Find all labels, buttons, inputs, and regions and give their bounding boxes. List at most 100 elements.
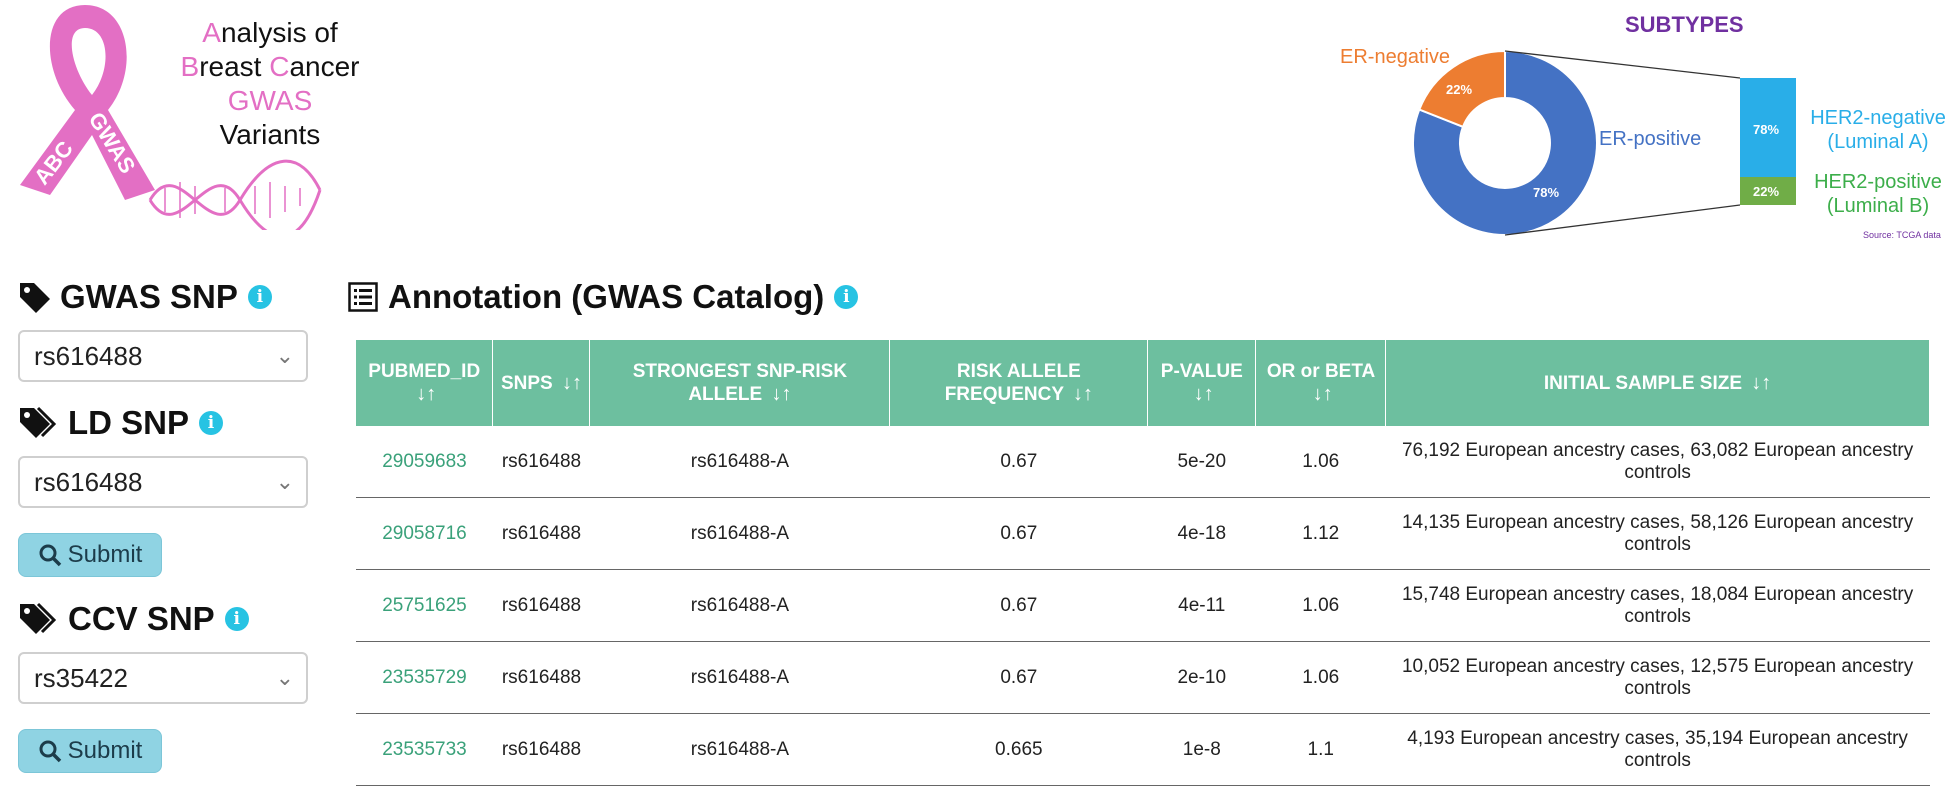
subtypes-chart: SUBTYPES ER-negative 22% 78% ER-positive…: [1320, 0, 1950, 250]
tags-icon: [20, 602, 57, 634]
table-row: 23535729 rs616488 rs616488-A 0.67 2e-10 1.06 1…: [356, 641, 1930, 714]
table-cell: rs616488-A: [589, 426, 890, 498]
search-icon: [39, 740, 61, 763]
sort-icon[interactable]: ↓↑: [772, 383, 792, 405]
sort-icon[interactable]: ↓↑: [562, 372, 582, 394]
ld-snp-title-text: LD SNP: [68, 404, 190, 441]
sort-icon[interactable]: ↓↑: [1194, 383, 1214, 405]
pubmed-id-link[interactable]: 23535733: [356, 713, 493, 786]
table-cell: rs616488-A: [589, 641, 890, 714]
chevron-down-icon: ⌄: [275, 665, 294, 690]
pubmed-id-link[interactable]: 25751625: [356, 569, 493, 642]
her2-negative-label: HER2-negative (Luminal A): [1810, 107, 1946, 153]
tags-icon: [20, 406, 57, 438]
column-header-label: STRONGEST SNP-RISK ALLELE: [632, 360, 848, 405]
ccv-snp-title-text: CCV SNP: [68, 600, 215, 637]
table-cell: 4e-11: [1147, 569, 1256, 642]
ccv-snp-value: rs35422: [34, 663, 128, 693]
column-header[interactable]: STRONGEST SNP-RISK ALLELE ↓↑: [589, 340, 891, 426]
ccv-snp-select[interactable]: rs35422 ⌄: [18, 652, 308, 704]
table-cell: 10,052 European ancestry cases, 12,575 E…: [1385, 641, 1930, 714]
table-cell: rs616488-A: [589, 569, 890, 642]
column-header-label: OR or BETA: [1266, 360, 1375, 382]
table-cell: 0.67: [889, 497, 1148, 570]
table-cell: rs616488-A: [589, 713, 890, 786]
gwas-snp-info-icon[interactable]: i: [247, 285, 272, 309]
logo-line-1: Analysis of: [202, 17, 338, 48]
ld-snp-title: LD SNP i: [18, 404, 224, 442]
submit-button-2-label: Submit: [67, 737, 143, 764]
subtypes-title: SUBTYPES: [1625, 12, 1744, 37]
column-header[interactable]: P-VALUE ↓↑: [1147, 340, 1257, 426]
sort-icon[interactable]: ↓↑: [1073, 383, 1093, 405]
chevron-down-icon: ⌄: [275, 469, 294, 494]
pubmed-id-link[interactable]: 23535729: [356, 641, 493, 714]
table-cell: rs616488: [492, 641, 590, 714]
table-row: 29058716 rs616488 rs616488-A 0.67 4e-18 1.12 1…: [356, 497, 1930, 570]
column-header[interactable]: SNPS ↓↑: [492, 340, 591, 426]
column-header[interactable]: OR or BETA ↓↑: [1255, 340, 1387, 426]
column-header-label: P-VALUE: [1160, 360, 1243, 382]
table-cell: 0.67: [889, 641, 1148, 714]
table-cell: 1.06: [1255, 641, 1386, 714]
ld-snp-info-icon[interactable]: i: [199, 411, 224, 435]
annotation-info-icon[interactable]: i: [834, 285, 859, 309]
pubmed-id-link[interactable]: 29058716: [356, 497, 493, 570]
ld-snp-select[interactable]: rs616488 ⌄: [18, 456, 308, 508]
column-header-label: RISK ALLELE FREQUENCY: [944, 360, 1081, 405]
table-cell: rs616488: [492, 713, 590, 786]
table-row: 29059683 rs616488 rs616488-A 0.67 5e-20 1.06 7…: [356, 426, 1930, 498]
column-header-label: INITIAL SAMPLE SIZE: [1543, 372, 1743, 394]
table-header-row: PUBMED_ID ↓↑ SNPS ↓↑ STRONGEST SNP-RISK AL…: [356, 340, 1930, 426]
table-cell: rs616488: [492, 497, 590, 570]
table-row: 25751625 rs616488 rs616488-A 0.67 4e-11 1.06 1…: [356, 569, 1930, 642]
tag-icon: [20, 283, 50, 313]
her2-positive-label: HER2-positive (Luminal B): [1814, 171, 1942, 217]
sort-icon[interactable]: ↓↑: [1313, 383, 1333, 405]
table-cell: 1.06: [1255, 426, 1386, 498]
table-row: 23535733 rs616488 rs616488-A 0.665 1e-8 1.1 4,…: [356, 713, 1930, 786]
table-cell: 1.06: [1255, 569, 1386, 642]
pubmed-id-link[interactable]: 29059683: [356, 426, 493, 498]
gwas-snp-value: rs616488: [34, 341, 143, 371]
source-note: Source: TCGA data: [1863, 230, 1941, 240]
list-icon: [348, 282, 378, 312]
sort-icon[interactable]: ↓↑: [1751, 372, 1771, 394]
submit-button[interactable]: Submit: [18, 533, 162, 577]
table-cell: 0.67: [889, 569, 1148, 642]
submit-button-2[interactable]: Submit: [18, 729, 162, 773]
column-header-label: SNPS: [500, 372, 553, 394]
column-header-label: PUBMED_ID: [368, 360, 481, 382]
search-icon: [39, 544, 61, 567]
chevron-down-icon: ⌄: [275, 343, 294, 368]
abc-gwas-logo: ABC GWAS Analysis of Breast Cancer GWAS …: [0, 0, 370, 230]
table-cell: 5e-20: [1147, 426, 1256, 498]
submit-button-label: Submit: [67, 541, 143, 568]
table-cell: 0.67: [889, 426, 1148, 498]
annotation-title-text: Annotation (GWAS Catalog): [388, 278, 825, 315]
column-header[interactable]: PUBMED_ID ↓↑: [356, 340, 494, 426]
er-negative-label: ER-negative: [1340, 46, 1451, 68]
column-header[interactable]: RISK ALLELE FREQUENCY ↓↑: [889, 340, 1149, 426]
table-cell: 1e-8: [1147, 713, 1256, 786]
gwas-snp-title: GWAS SNP i: [18, 278, 272, 316]
table-cell: 1.12: [1255, 497, 1386, 570]
logo-line-4: Variants: [219, 119, 321, 150]
ld-snp-value: rs616488: [34, 467, 143, 497]
table-cell: 14,135 European ancestry cases, 58,126 E…: [1385, 497, 1930, 570]
sort-icon[interactable]: ↓↑: [416, 383, 436, 405]
table-cell: rs616488: [492, 569, 590, 642]
table-body: 29059683 rs616488 rs616488-A 0.67 5e-20 1.06 7…: [356, 426, 1930, 786]
table-cell: 4,193 European ancestry cases, 35,194 Eu…: [1385, 713, 1930, 786]
table-cell: rs616488-A: [589, 497, 890, 570]
er-positive-label: ER-positive: [1599, 128, 1702, 150]
table-cell: 1.1: [1255, 713, 1386, 786]
ccv-snp-info-icon[interactable]: i: [224, 607, 249, 631]
her2-negative-pct: 78%: [1753, 122, 1780, 137]
table-cell: 4e-18: [1147, 497, 1256, 570]
column-header[interactable]: INITIAL SAMPLE SIZE ↓↑: [1385, 340, 1930, 426]
logo-line-3: GWAS: [227, 85, 313, 116]
annotation-table: PUBMED_ID ↓↑ SNPS ↓↑ STRONGEST SNP-RISK AL…: [356, 340, 1930, 786]
gwas-snp-select[interactable]: rs616488 ⌄: [18, 330, 308, 382]
table-cell: 0.665: [889, 713, 1148, 786]
